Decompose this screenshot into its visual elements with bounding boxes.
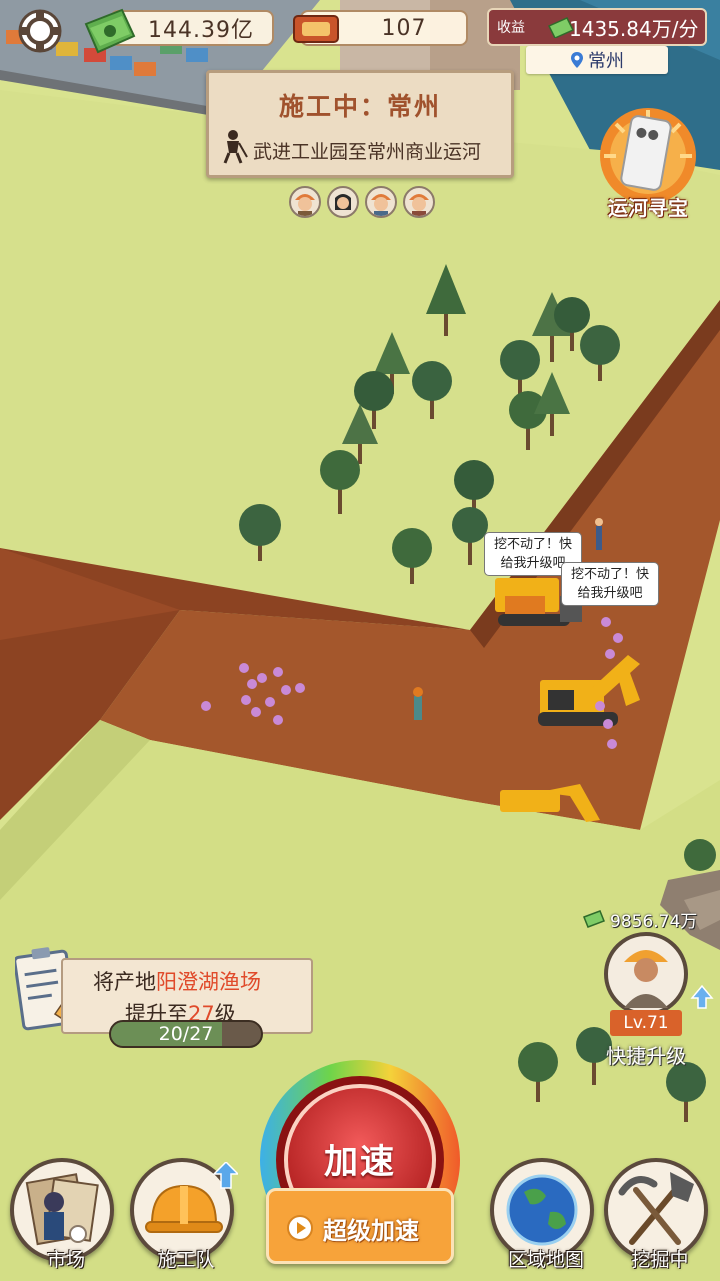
digging-worker-icon (223, 130, 248, 164)
cash-icon (547, 17, 575, 38)
cash-icon (84, 8, 136, 54)
income-rate-panel: 收益 1435.84万/分 (487, 8, 707, 46)
worker-avatar[interactable] (289, 186, 321, 218)
quick-upgrade-level: Lv.71 (610, 1010, 682, 1036)
quick-upgrade-button[interactable]: Lv.71 快捷升级 (596, 932, 714, 1072)
digging-label: 挖掘中 (631, 1249, 689, 1271)
worker-speech-bubble: 挖不动了！快给我升级吧 (561, 562, 659, 606)
task-line-1: 将产地阳澄湖渔场 (93, 970, 261, 994)
task-progress-text: 20/27 (158, 1023, 214, 1045)
city-name: 常州 (588, 51, 624, 72)
hard-hat-icon (145, 1162, 238, 1233)
digging-button[interactable]: 挖掘中 (604, 1158, 708, 1271)
task-progress-bar: 20/27 (109, 1020, 263, 1048)
phone-prize-icon (600, 108, 696, 204)
super-speed-button[interactable]: 超级加速 (266, 1188, 454, 1264)
ticket-icon (293, 15, 339, 43)
task-place: 阳澄湖渔场 (156, 970, 261, 994)
treasure-label: 运河寻宝 (608, 196, 688, 220)
quick-upgrade-label: 快捷升级 (606, 1044, 686, 1068)
foreman (413, 687, 423, 720)
shovel-pickaxe-icon (618, 1172, 694, 1245)
upgrade-task-card[interactable]: 将产地阳澄湖渔场 提升至27级 20/27 (15, 944, 313, 1054)
construction-title: 施工中：常州 (278, 92, 441, 121)
current-city-tag[interactable]: 常州 (526, 46, 668, 74)
market-icon (25, 1173, 99, 1246)
quick-upgrade-cost-value: 9856.74万 (610, 911, 698, 932)
play-icon (287, 1215, 313, 1241)
ticket-counter: 107 (293, 10, 468, 46)
income-value: 1435.84万/分 (569, 16, 699, 41)
construction-route: 武进工业园至常州商业运河 (253, 141, 482, 163)
globe-icon (506, 1174, 578, 1246)
money-value: 144.39亿 (148, 18, 254, 43)
region-map-button[interactable]: 区域地图 (490, 1158, 594, 1271)
speed-up-label: 加速 (324, 1142, 396, 1182)
market-button[interactable]: 市场 (10, 1158, 114, 1271)
surveyor (595, 518, 603, 550)
money-counter: 144.39亿 (84, 8, 274, 54)
worker-avatar[interactable] (365, 186, 397, 218)
settings-gear-icon[interactable] (14, 8, 66, 54)
market-label: 市场 (46, 1249, 85, 1271)
location-pin-icon (571, 52, 583, 68)
crew-button[interactable]: 施工队 (130, 1158, 238, 1271)
crew-label: 施工队 (157, 1249, 215, 1271)
region-map-label: 区域地图 (507, 1249, 584, 1271)
worker-avatar[interactable] (327, 186, 359, 218)
canal-treasure-button[interactable]: 运河寻宝 (592, 104, 704, 224)
worker-avatar[interactable] (403, 186, 435, 218)
quick-upgrade-cost: 9856.74万 (582, 906, 697, 932)
super-speed-label: 超级加速 (323, 1217, 419, 1245)
income-label: 收益 (497, 20, 525, 36)
construction-status-banner: 施工中：常州 武进工业园至常州商业运河 (206, 70, 514, 178)
tickets-value: 107 (381, 15, 427, 41)
cash-icon (583, 910, 605, 928)
